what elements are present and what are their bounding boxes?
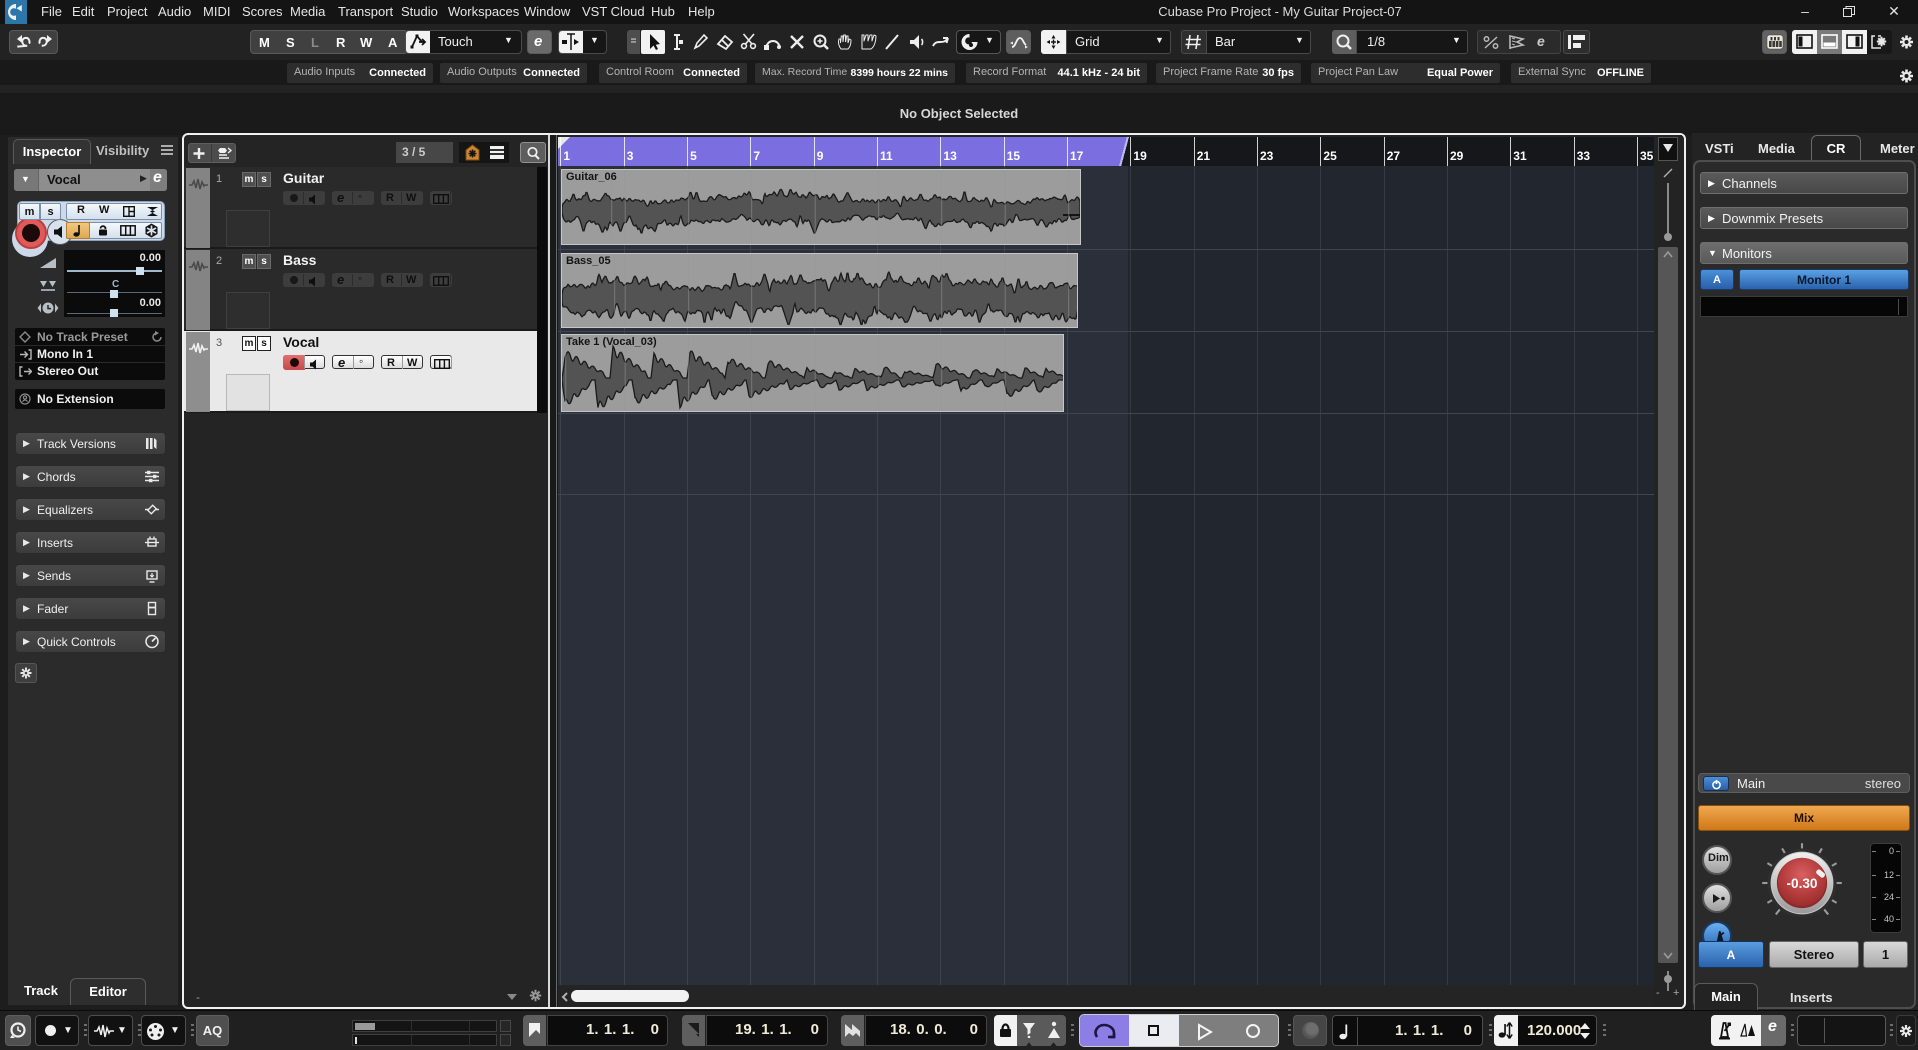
svg-text:-0.30: -0.30 — [1786, 876, 1817, 891]
